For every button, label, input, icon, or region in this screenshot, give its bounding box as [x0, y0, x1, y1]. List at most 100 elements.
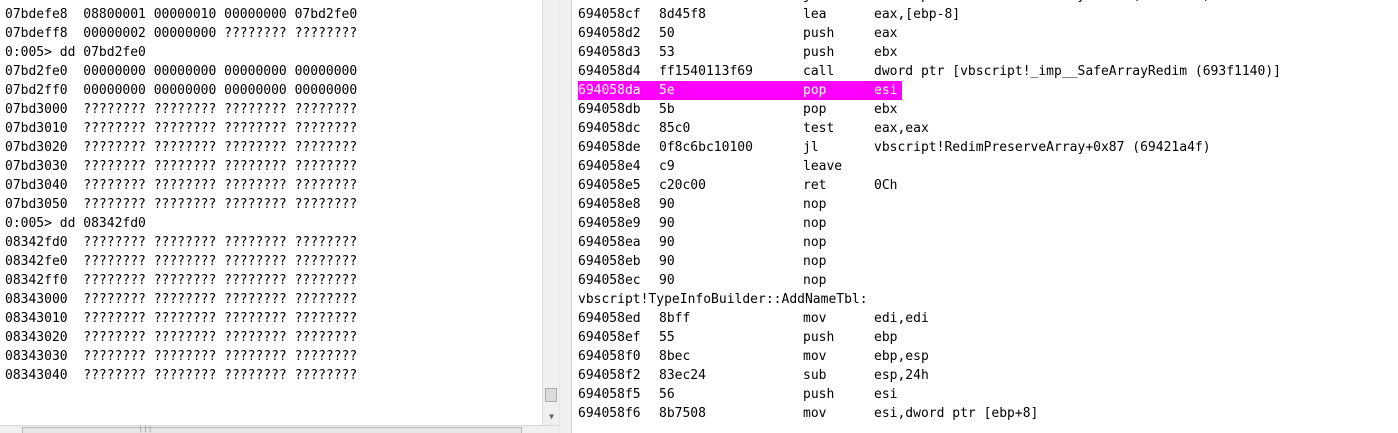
- memory-line: 08343040 ???????? ???????? ???????? ????…: [5, 368, 358, 383]
- instruction-bytes: c9: [659, 159, 675, 174]
- grip-icon: |||: [139, 426, 153, 433]
- instruction-mnemonic: test: [803, 121, 835, 136]
- instruction-bytes: 8b7508: [659, 406, 706, 421]
- instruction-row[interactable]: 694058cf 8d45f8 lea eax,[ebp-8]: [578, 5, 960, 24]
- instruction-row[interactable]: 694058f6 8b7508 mov esi,dword ptr [ebp+8]: [578, 404, 1038, 423]
- instruction-address: 694058cf: [578, 7, 641, 22]
- instruction-operands: dword ptr [vbscript!_imp__SafeArrayRedim…: [874, 64, 1281, 79]
- memory-line: 07bd2fe0 00000000 00000000 00000000 0000…: [5, 64, 358, 79]
- instruction-operands: ebp: [874, 330, 898, 345]
- memory-line: 08342fe0 ???????? ???????? ???????? ????…: [5, 254, 358, 269]
- pane-splitter[interactable]: [559, 0, 572, 433]
- instruction-address: 694058ef: [578, 330, 641, 345]
- instruction-bytes: 8bff: [659, 311, 691, 326]
- instruction-row[interactable]: 694058e8 90 nop: [578, 195, 868, 214]
- memory-line: 07bd3000 ???????? ???????? ???????? ????…: [5, 102, 358, 117]
- instruction-mnemonic: nop: [803, 273, 827, 288]
- instruction-address: 694058f2: [578, 368, 641, 383]
- debugger-window: 0:005> dd 07bdefe8 L807bdefe8 08800001 0…: [0, 0, 1398, 433]
- instruction-address: 694058d2: [578, 26, 641, 41]
- instruction-operands: edi,edi: [874, 311, 929, 326]
- instruction-operands: ebp,esp: [874, 349, 929, 364]
- instruction-address: 694058ed: [578, 311, 641, 326]
- instruction-row[interactable]: 694058d2 50 push eax: [578, 24, 897, 43]
- instruction-operands: esp,24h: [874, 368, 929, 383]
- instruction-row[interactable]: 694058ec 90 nop: [578, 271, 868, 290]
- memory-lines: 0:005> dd 07bdefe8 L807bdefe8 08800001 0…: [5, 0, 357, 385]
- instruction-row[interactable]: 694058e9 90 nop: [578, 214, 868, 233]
- memory-command-output[interactable]: 0:005> dd 07bdefe8 L807bdefe8 08800001 0…: [0, 0, 542, 425]
- instruction-row[interactable]: 694058ef 55 push ebp: [578, 328, 897, 347]
- memory-vertical-scrollbar[interactable]: ▼: [542, 0, 560, 425]
- memory-line: 08343010 ???????? ???????? ???????? ????…: [5, 311, 358, 326]
- instruction-address: 694058e9: [578, 216, 641, 231]
- instruction-bytes: 50: [659, 26, 675, 41]
- instruction-bytes: 90: [659, 273, 675, 288]
- instruction-mnemonic: push: [803, 45, 835, 60]
- disassembly-view[interactable]: 694058c90f874bc10100javbscript!RedimPres…: [572, 0, 1398, 433]
- instruction-address: 694058db: [578, 102, 641, 117]
- instruction-bytes: 90: [659, 235, 675, 250]
- instruction-row[interactable]: 694058d4 ff1540113f69 call dword ptr [vbscr…: [578, 62, 1281, 81]
- instruction-mnemonic: push: [803, 330, 835, 345]
- memory-line: 0:005> dd 08342fd0: [5, 216, 146, 231]
- instruction-bytes: ff1540113f69: [659, 64, 753, 79]
- instruction-address: 694058ec: [578, 273, 641, 288]
- instruction-operands: vbscript!RedimPreserveArray+0x87 (69421a…: [874, 140, 1211, 155]
- memory-line: 07bd3050 ???????? ???????? ???????? ????…: [5, 197, 358, 212]
- instruction-bytes: 56: [659, 387, 675, 402]
- instruction-address: 694058e4: [578, 159, 641, 174]
- instruction-bytes: 90: [659, 254, 675, 269]
- instruction-bytes: 53: [659, 45, 675, 60]
- instruction-row[interactable]: 694058db 5b pop ebx: [578, 100, 897, 119]
- instruction-row[interactable]: 694058f2 83ec24 sub esp,24h: [578, 366, 929, 385]
- instruction-operands: esi: [874, 387, 898, 402]
- instruction-mnemonic: jl: [803, 140, 819, 155]
- memory-line: 07bd3040 ???????? ???????? ???????? ????…: [5, 178, 358, 193]
- instruction-row[interactable]: 694058de 0f8c6bc10100 jl vbscript!RedimPres…: [578, 138, 1211, 157]
- instruction-operands: 0Ch: [874, 178, 898, 193]
- current-instruction-row[interactable]: 694058da 5e pop esi: [578, 81, 902, 100]
- memory-line: 07bd3020 ???????? ???????? ???????? ????…: [5, 140, 358, 155]
- memory-line: 08342fd0 ???????? ???????? ???????? ????…: [5, 235, 358, 250]
- instruction-row[interactable]: 694058d3 53 push ebx: [578, 43, 897, 62]
- scroll-thumb[interactable]: [545, 388, 557, 402]
- scroll-down-arrow-icon[interactable]: ▼: [543, 408, 560, 425]
- memory-horizontal-scrollbar[interactable]: |||: [0, 425, 559, 433]
- horizontal-scroll-thumb[interactable]: |||: [22, 426, 522, 433]
- instruction-address: 694058e8: [578, 197, 641, 212]
- instruction-row[interactable]: 694058f0 8bec mov ebp,esp: [578, 347, 929, 366]
- instruction-row[interactable]: 694058f5 56 push esi: [578, 385, 897, 404]
- instruction-mnemonic: mov: [803, 349, 827, 364]
- instruction-row[interactable]: 694058ea 90 nop: [578, 233, 868, 252]
- memory-line: 07bd3030 ???????? ???????? ???????? ????…: [5, 159, 358, 174]
- instruction-row[interactable]: 694058dc 85c0 test eax,eax: [578, 119, 929, 138]
- instruction-mnemonic: mov: [803, 406, 827, 421]
- instruction-address: 694058f5: [578, 387, 641, 402]
- instruction-operands: esi,dword ptr [ebp+8]: [874, 406, 1039, 421]
- memory-line: 0:005> dd 07bd2fe0: [5, 45, 146, 60]
- instruction-mnemonic: lea: [803, 7, 827, 22]
- instruction-address: 694058d4: [578, 64, 641, 79]
- instruction-address: 694058eb: [578, 254, 641, 269]
- memory-line: 08343020 ???????? ???????? ???????? ????…: [5, 330, 358, 345]
- instruction-bytes: 8d45f8: [659, 7, 706, 22]
- instruction-row[interactable]: 694058ed 8bff mov edi,edi: [578, 309, 929, 328]
- instruction-mnemonic: mov: [803, 311, 827, 326]
- instruction-row[interactable]: 694058e4 c9 leave: [578, 157, 868, 176]
- instruction-row[interactable]: 694058eb 90 nop: [578, 252, 868, 271]
- instruction-operands: eax,[ebp-8]: [874, 7, 961, 22]
- disassembly-lines: 694058c90f874bc10100javbscript!RedimPres…: [578, 0, 1281, 423]
- instruction-bytes: 85c0: [659, 121, 691, 136]
- instruction-mnemonic: nop: [803, 254, 827, 269]
- instruction-mnemonic: leave: [803, 159, 843, 174]
- instruction-bytes: 5e: [659, 83, 675, 98]
- instruction-mnemonic: push: [803, 387, 835, 402]
- instruction-operands: ebx: [874, 45, 898, 60]
- instruction-mnemonic: call: [803, 64, 835, 79]
- function-label: vbscript!TypeInfoBuilder::AddNameTbl:: [578, 292, 868, 307]
- instruction-row[interactable]: 694058e5 c20c00 ret 0Ch: [578, 176, 897, 195]
- instruction-address: 694058da: [578, 83, 641, 98]
- memory-line: 07bd3010 ???????? ???????? ???????? ????…: [5, 121, 358, 136]
- memory-line: 07bdefe8 08800001 00000010 00000000 07bd…: [5, 7, 358, 22]
